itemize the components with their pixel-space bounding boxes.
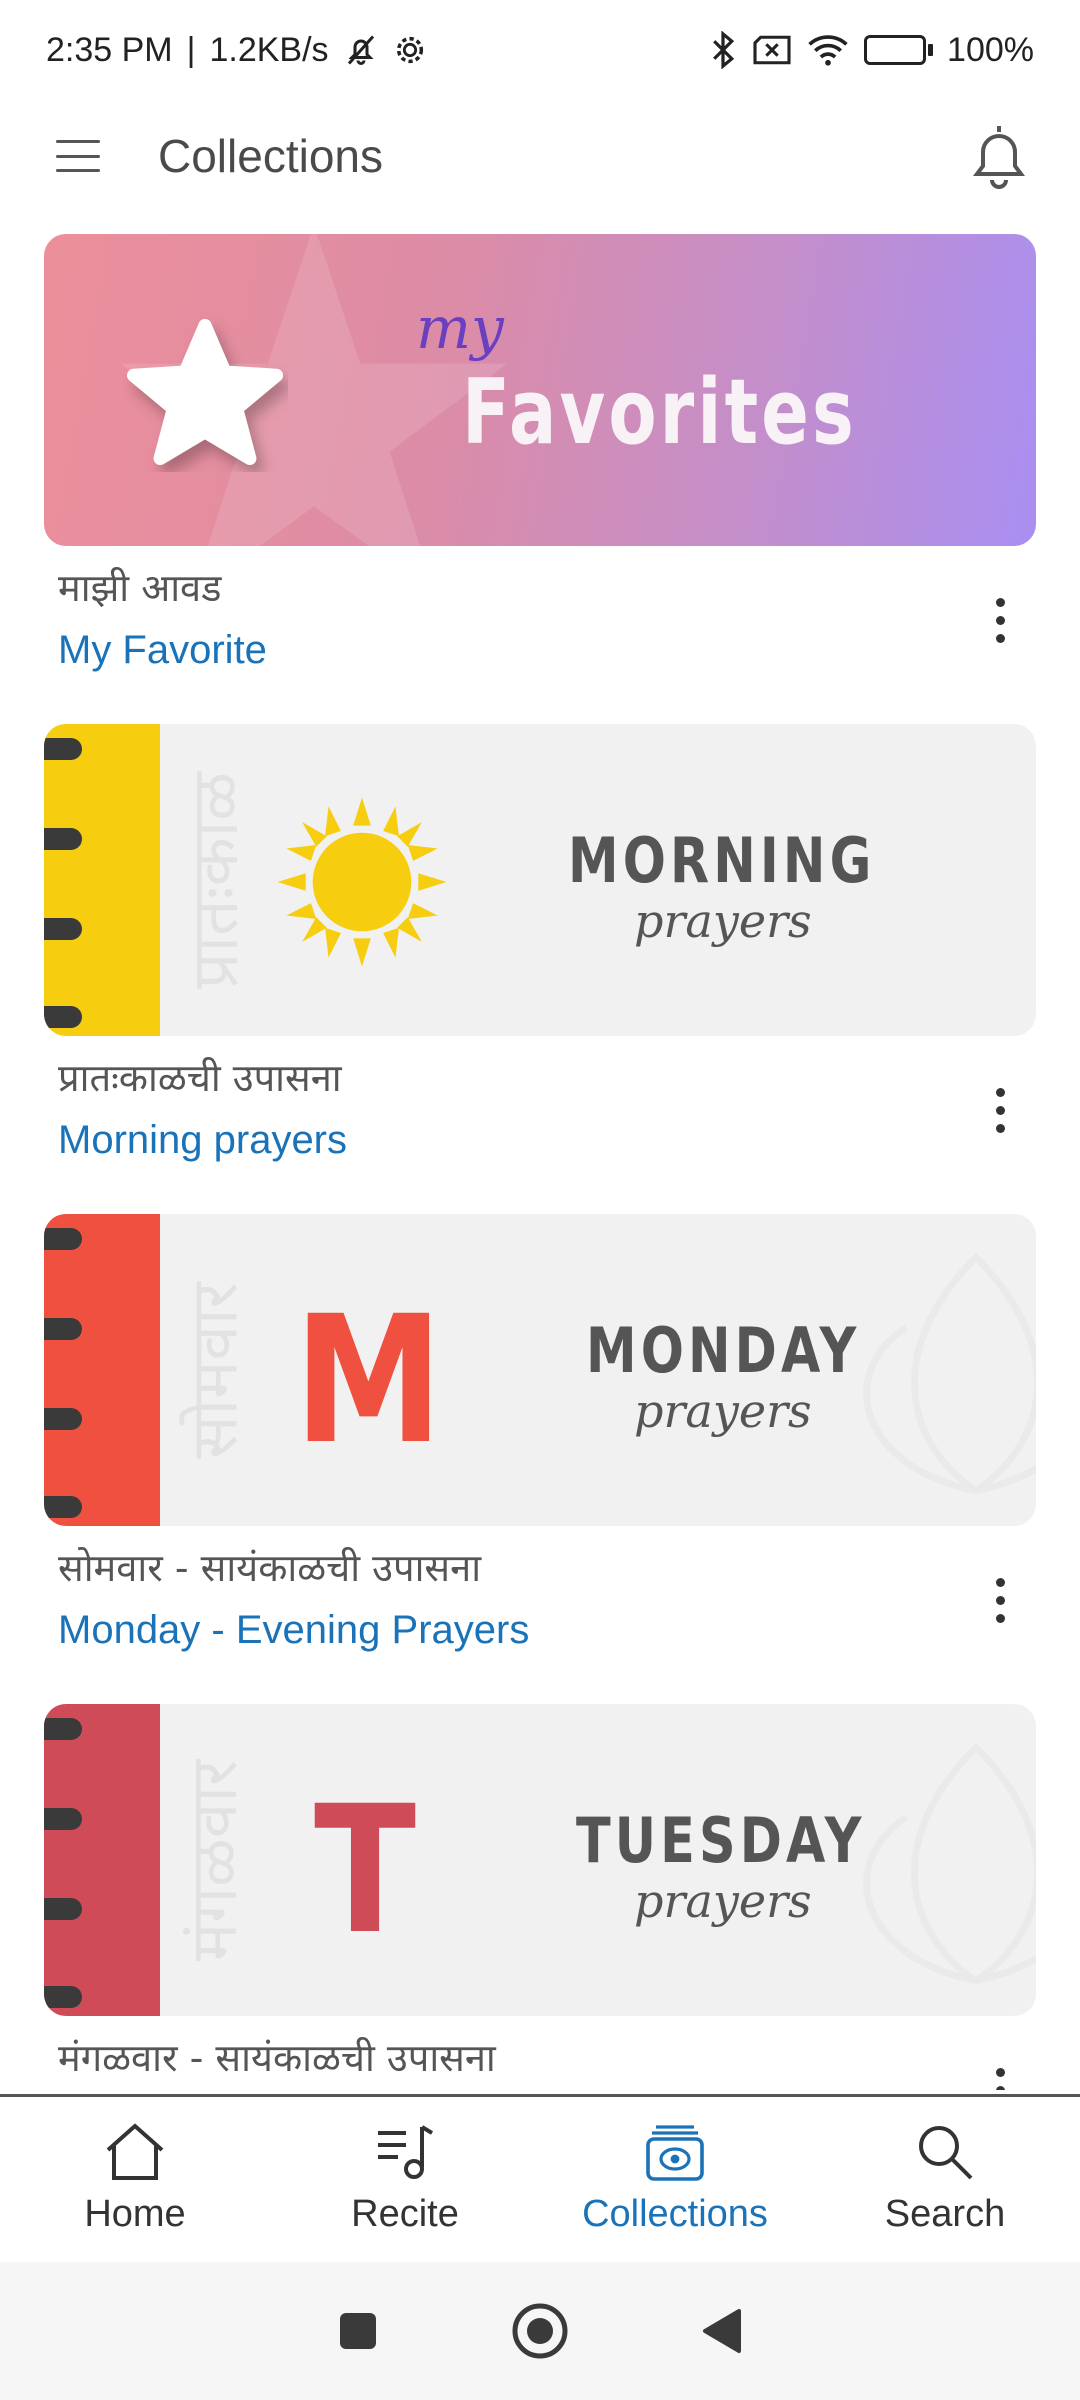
app-bar: Collections (0, 100, 1080, 212)
status-right: 100% (708, 31, 1034, 70)
recents-square-icon[interactable] (326, 2299, 390, 2363)
nav-item-search[interactable]: Search (810, 2097, 1080, 2262)
item-title-marathi: प्रातःकाळची उपासना (58, 1056, 342, 1100)
wifi-icon (806, 33, 850, 67)
banner-letter: M (294, 1278, 443, 1483)
lotus-watermark-icon (863, 1742, 1036, 1985)
status-network-speed: 1.2KB/s (209, 30, 329, 69)
more-options-icon[interactable] (980, 2050, 1020, 2090)
banner-heading: TUESDAY (576, 1804, 866, 1877)
nav-item-home[interactable]: Home (0, 2097, 270, 2262)
monday-banner[interactable]: सोमवार M MONDAY prayers (44, 1214, 1036, 1526)
item-title-marathi: सोमवार - सायंकाळची उपासना (58, 1546, 482, 1590)
banner-subheading: prayers (634, 894, 812, 948)
status-bar: 2:35 PM | 1.2KB/s 100% (0, 0, 1080, 100)
collection-item-morning: प्रातःकाळ MORNING prayers प्रातःकाळची उप… (0, 720, 1080, 1210)
status-battery-text: 100% (947, 30, 1034, 69)
item-title-marathi: माझी आवड (58, 566, 222, 610)
nav-label-recite: Recite (351, 2193, 459, 2235)
star-icon (126, 318, 284, 466)
collection-item-favorites: my Favorites माझी आवड My Favorite (0, 230, 1080, 720)
banner-heading: MORNING (568, 824, 876, 897)
banner-letter: T (314, 1768, 417, 1973)
more-options-icon[interactable] (980, 1560, 1020, 1640)
favorites-banner[interactable]: my Favorites (44, 234, 1036, 546)
favorites-banner-small-text: my (416, 294, 504, 362)
home-circle-icon[interactable] (508, 2299, 572, 2363)
banner-subheading: prayers (634, 1384, 812, 1438)
notebook-strip (44, 1704, 160, 2016)
home-icon (100, 2119, 170, 2185)
back-triangle-icon[interactable] (690, 2299, 754, 2363)
gear-icon (393, 33, 427, 67)
collection-list[interactable]: my Favorites माझी आवड My Favorite प्रातः… (0, 230, 1080, 2090)
status-separator: | (186, 30, 196, 69)
collections-icon (640, 2119, 710, 2185)
item-meta: प्रातःकाळची उपासना Morning prayers (58, 1050, 958, 1170)
more-options-icon[interactable] (980, 580, 1020, 660)
bell-icon[interactable] (968, 121, 1030, 191)
bottom-nav: Home Recite Collections Search (0, 2094, 1080, 2262)
tuesday-banner[interactable]: मंगळवार T TUESDAY prayers (44, 1704, 1036, 2016)
banner-vertical-text: प्रातःकाळ (178, 771, 253, 989)
hamburger-menu-icon[interactable] (56, 134, 100, 178)
search-icon (910, 2119, 980, 2185)
item-title-marathi: मंगळवार - सायंकाळची उपासना (58, 2036, 496, 2080)
sim-x-icon (752, 33, 792, 67)
status-left: 2:35 PM | 1.2KB/s (46, 31, 427, 70)
banner-vertical-text: मंगळवार (178, 1759, 253, 1961)
banner-heading: MONDAY (586, 1314, 861, 1387)
page-title: Collections (158, 130, 383, 182)
item-meta: सोमवार - सायंकाळची उपासना Monday - Eveni… (58, 1540, 958, 1660)
nav-label-search: Search (884, 2193, 1006, 2235)
nav-label-home: Home (84, 2193, 186, 2235)
system-nav-bar (0, 2262, 1080, 2400)
item-title-english[interactable]: Monday - Evening Prayers (58, 1600, 958, 1660)
notebook-strip (44, 1214, 160, 1526)
banner-subheading: prayers (634, 1874, 812, 1928)
status-time: 2:35 PM (46, 30, 173, 69)
battery-charging-icon (864, 35, 934, 65)
collection-item-monday: सोमवार M MONDAY prayers सोमवार - सायंकाळ… (0, 1210, 1080, 1700)
favorites-banner-large-text: Favorites (462, 360, 857, 465)
item-title-english[interactable]: My Favorite (58, 620, 958, 680)
more-options-icon[interactable] (980, 1070, 1020, 1150)
banner-vertical-text: सोमवार (178, 1281, 253, 1459)
sun-icon (277, 797, 447, 967)
nav-item-collections[interactable]: Collections (540, 2097, 810, 2262)
notebook-strip (44, 724, 160, 1036)
mute-bell-icon (343, 32, 379, 68)
lotus-watermark-icon (863, 1252, 1036, 1495)
collection-item-tuesday: मंगळवार T TUESDAY prayers मंगळवार - सायं… (0, 1700, 1080, 2090)
nav-label-collections: Collections (582, 2193, 768, 2235)
item-meta: मंगळवार - सायंकाळची उपासना (58, 2030, 958, 2086)
item-title-english[interactable]: Morning prayers (58, 1110, 958, 1170)
nav-item-recite[interactable]: Recite (270, 2097, 540, 2262)
music-list-icon (370, 2119, 440, 2185)
morning-banner[interactable]: प्रातःकाळ MORNING prayers (44, 724, 1036, 1036)
item-meta: माझी आवड My Favorite (58, 560, 958, 680)
bluetooth-icon (708, 31, 738, 69)
